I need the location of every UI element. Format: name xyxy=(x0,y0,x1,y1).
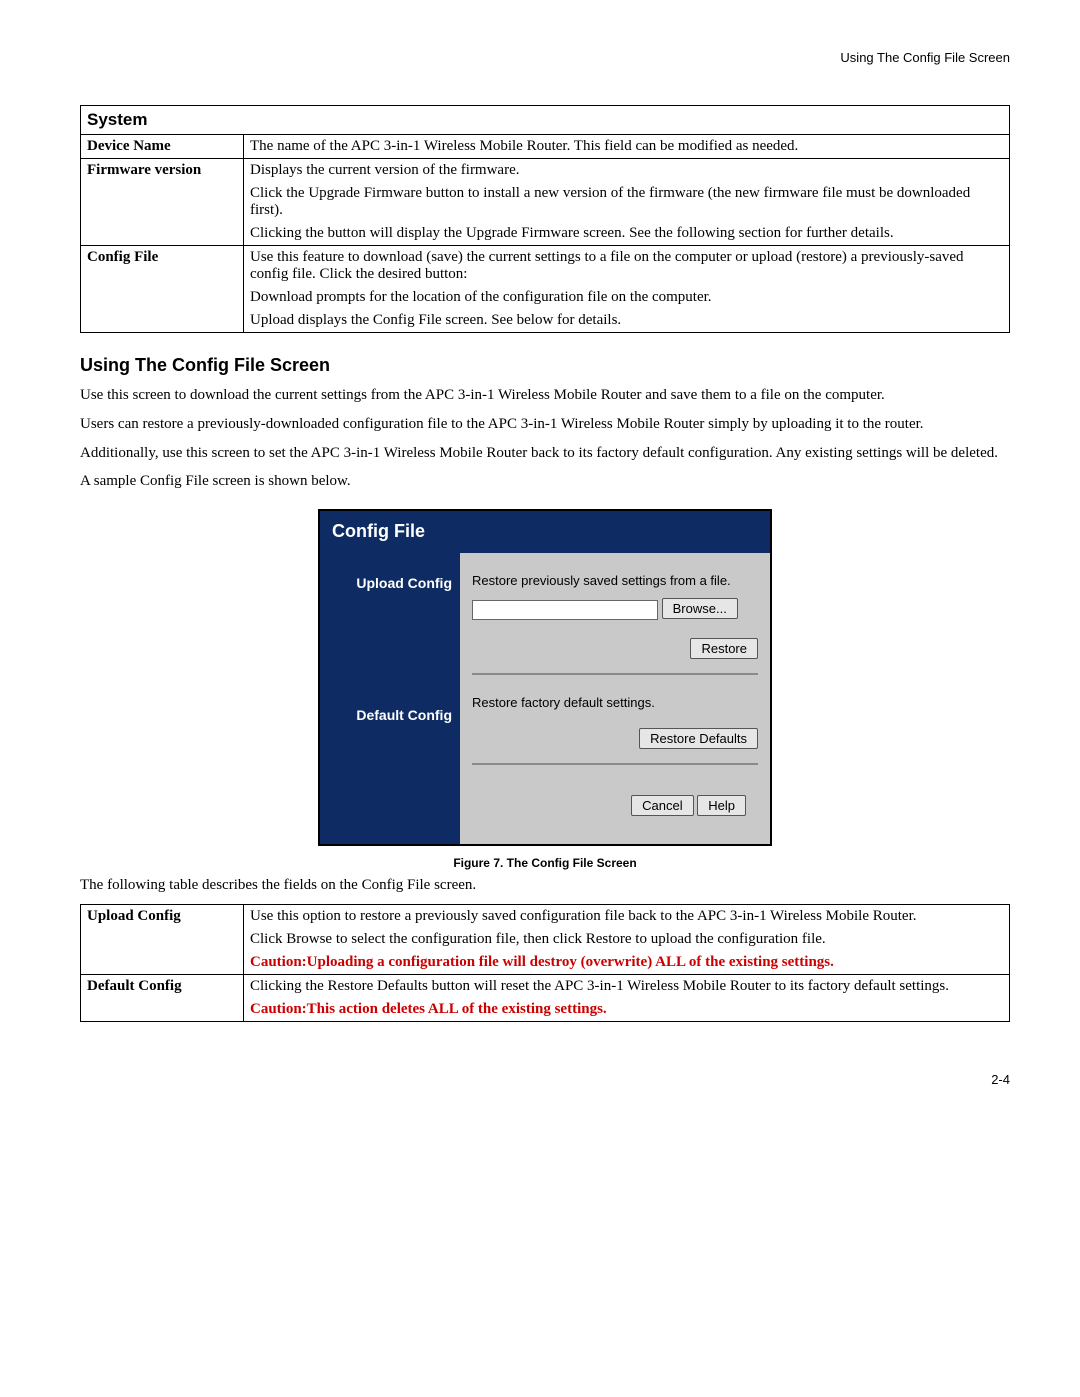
system-table-head: System xyxy=(81,106,1010,135)
cancel-button[interactable]: Cancel xyxy=(631,795,693,816)
row-desc-config-file: Use this feature to download (save) the … xyxy=(244,246,1010,333)
row-desc-default-config: Clicking the Restore Defaults button wil… xyxy=(244,975,1010,1022)
para: The name of the APC 3-in-1 Wireless Mobi… xyxy=(250,138,1003,155)
caution-text: Caution:Uploading a configuration file w… xyxy=(250,954,1003,971)
post-figure-text: The following table describes the fields… xyxy=(80,876,1010,895)
row-label-device-name: Device Name xyxy=(81,135,244,159)
panel-title: Config File xyxy=(320,511,770,553)
body-para-4: A sample Config File screen is shown bel… xyxy=(80,472,1010,491)
upload-config-section: Restore previously saved settings from a… xyxy=(472,553,758,675)
section-title: Using The Config File Screen xyxy=(80,355,1010,376)
para: Click the Upgrade Firmware button to ins… xyxy=(250,185,1003,219)
para: Use this option to restore a previously … xyxy=(250,908,1003,925)
body-para-3: Additionally, use this screen to set the… xyxy=(80,444,1010,463)
default-config-section: Restore factory default settings. Restor… xyxy=(472,675,758,765)
file-path-input[interactable] xyxy=(472,600,658,620)
upload-config-desc: Restore previously saved settings from a… xyxy=(472,573,758,588)
restore-defaults-button[interactable]: Restore Defaults xyxy=(639,728,758,749)
default-config-label: Default Config xyxy=(320,685,460,777)
para: Click Browse to select the configuration… xyxy=(250,931,1003,948)
para: Clicking the Restore Defaults button wil… xyxy=(250,978,1003,995)
browse-button[interactable]: Browse... xyxy=(662,598,738,619)
para: Download prompts for the location of the… xyxy=(250,289,1003,306)
help-button[interactable]: Help xyxy=(697,795,746,816)
config-file-panel: Config File Upload Config Default Config… xyxy=(318,509,772,846)
row-label-config-file: Config File xyxy=(81,246,244,333)
row-desc-firmware: Displays the current version of the firm… xyxy=(244,159,1010,246)
para: Displays the current version of the firm… xyxy=(250,162,1003,179)
page-header-label: Using The Config File Screen xyxy=(80,50,1010,65)
para: Use this feature to download (save) the … xyxy=(250,249,1003,283)
config-fields-table: Upload Config Use this option to restore… xyxy=(80,904,1010,1022)
panel-footer-buttons: Cancel Help xyxy=(472,765,758,830)
caution-text: Caution:This action deletes ALL of the e… xyxy=(250,1001,1003,1018)
page-number: 2-4 xyxy=(80,1072,1010,1087)
row-desc-device-name: The name of the APC 3-in-1 Wireless Mobi… xyxy=(244,135,1010,159)
default-config-desc: Restore factory default settings. xyxy=(472,695,758,710)
figure-caption: Figure 7. The Config File Screen xyxy=(80,856,1010,870)
row-label-firmware: Firmware version xyxy=(81,159,244,246)
row-desc-upload-config: Use this option to restore a previously … xyxy=(244,905,1010,975)
body-para-1: Use this screen to download the current … xyxy=(80,386,1010,405)
para: Clicking the button will display the Upg… xyxy=(250,225,1003,242)
restore-button[interactable]: Restore xyxy=(690,638,758,659)
para: Upload displays the Config File screen. … xyxy=(250,312,1003,329)
body-para-2: Users can restore a previously-downloade… xyxy=(80,415,1010,434)
row-label-default-config: Default Config xyxy=(81,975,244,1022)
upload-config-label: Upload Config xyxy=(320,553,460,685)
system-table: System Device Name The name of the APC 3… xyxy=(80,105,1010,333)
row-label-upload-config: Upload Config xyxy=(81,905,244,975)
